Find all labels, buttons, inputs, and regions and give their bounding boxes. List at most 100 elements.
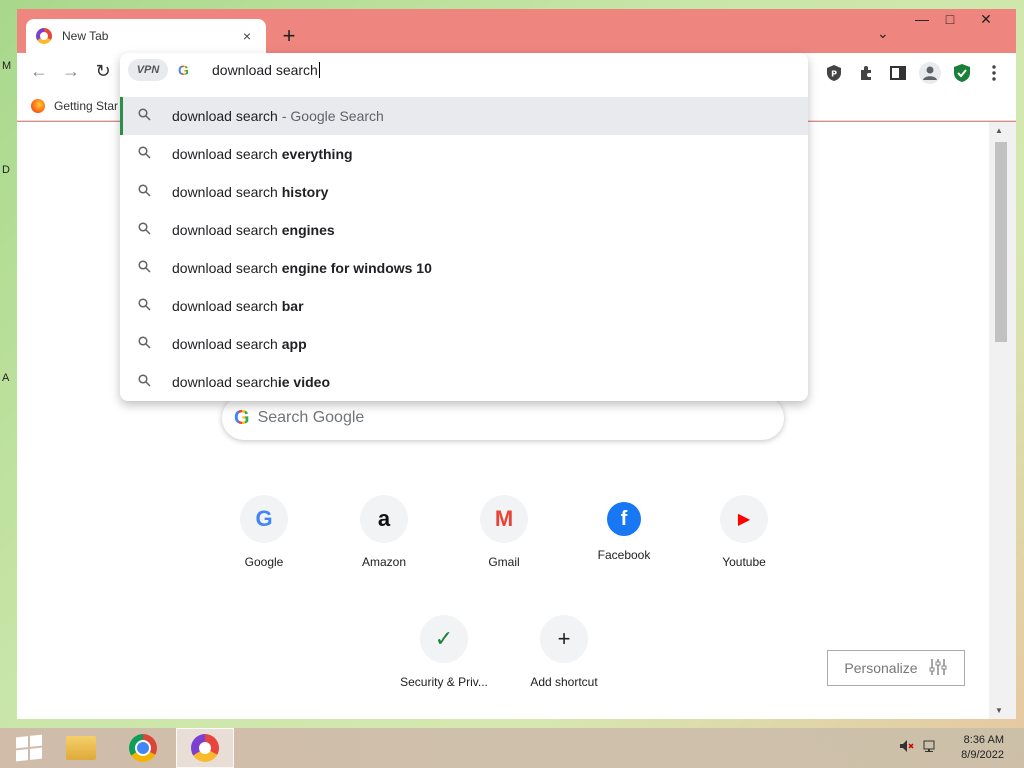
suggestion-item[interactable]: download search everything [120,135,808,173]
suggestion-text: download search [172,184,282,200]
shortcut-facebook[interactable]: f Facebook [574,495,674,562]
taskbar-avast-browser[interactable] [176,728,234,768]
chrome-icon [129,734,157,762]
suggestion-text: download search [172,146,282,162]
start-button[interactable] [0,728,58,768]
tab-close-icon[interactable]: × [238,28,256,44]
suggestion-item[interactable]: download search history [120,173,808,211]
youtube-icon: ▶ [720,495,768,543]
shortcut-label: Gmail [488,555,520,569]
profile-icon[interactable] [918,61,942,85]
scrollbar[interactable]: ▲ ▼ [989,122,1016,719]
suggestion-text: download search [172,298,282,314]
suggestion-completion: history [281,184,329,200]
windows-logo-icon [16,734,42,762]
forward-button[interactable]: → [59,61,83,82]
svg-text:P: P [831,70,837,79]
back-button[interactable]: ← [27,61,51,82]
network-icon[interactable] [922,738,938,757]
minimize-button[interactable]: — [907,11,937,27]
shortcut-google[interactable]: G Google [214,495,314,569]
maximize-button[interactable]: □ [935,11,965,27]
personalize-label: Personalize [844,660,918,676]
volume-muted-icon[interactable] [898,738,914,757]
clock-time: 8:36 AM [963,734,1004,746]
suggestion-text: download search [172,222,282,238]
shortcut-label: Add shortcut [530,675,598,689]
omnibox-dropdown: VPN G download search download search - G… [120,53,808,401]
shield-p-icon[interactable]: P [822,61,846,85]
shortcut-label: Google [244,555,284,569]
suggestion-completion: ie video [277,374,330,390]
shortcut-amazon[interactable]: a Amazon [334,495,434,569]
bookmark-item[interactable]: Getting Star [31,99,118,113]
suggestion-completion: app [281,336,307,352]
shortcut-youtube[interactable]: ▶ Youtube [694,495,794,569]
tab-new-tab[interactable]: New Tab × [26,19,266,53]
toolbar-icons: P [822,61,1006,85]
shortcut-label: Amazon [361,555,407,569]
close-window-button[interactable]: ✕ [971,11,1001,28]
search-icon [138,108,152,124]
desktop-icon-label[interactable]: A [2,372,9,384]
vpn-badge[interactable]: VPN [128,59,168,81]
suggestion-completion: everything [281,146,353,162]
shortcut-gmail[interactable]: M Gmail [454,495,554,569]
scroll-up-icon[interactable]: ▲ [995,126,1003,135]
search-icon [138,260,152,276]
shortcut-security-privacy[interactable]: ✓ Security & Priv... [394,615,494,689]
shortcut-label: Security & Priv... [400,675,488,689]
suggestion-item[interactable]: download search bar [120,287,808,325]
sliders-icon [928,657,948,680]
avast-browser-icon [191,734,219,762]
desktop-icon-label[interactable]: D [2,164,10,176]
taskbar-file-explorer[interactable] [52,728,110,768]
menu-icon[interactable] [982,61,1006,85]
shortcut-label: Youtube [722,555,766,569]
search-icon [138,374,152,390]
clock-date: 8/9/2022 [961,749,1004,761]
security-shield-icon: ✓ [420,615,468,663]
sidepanel-icon[interactable] [886,61,910,85]
search-icon [138,184,152,200]
search-icon [138,146,152,162]
green-shield-icon[interactable] [950,61,974,85]
suggestion-item[interactable]: download search engine for windows 10 [120,249,808,287]
scroll-down-icon[interactable]: ▼ [995,706,1003,715]
suggestion-completion: engine for windows 10 [281,260,432,276]
bookmark-label: Getting Star [54,99,119,113]
scrollbar-thumb[interactable] [995,142,1007,342]
taskbar: 8:36 AM 8/9/2022 [0,728,1024,768]
tab-title: New Tab [62,29,109,43]
suggestion-item[interactable]: download search ie video [120,363,808,401]
tab-search-dropdown-icon[interactable]: ⌄ [877,25,889,42]
new-tab-button[interactable]: + [276,23,302,49]
suggestion-hint: - Google Search [281,108,384,124]
suggestion-item[interactable]: download search - Google Search [120,97,808,135]
plus-icon: + [540,615,588,663]
desktop-icon-label[interactable]: M [2,60,11,72]
suggestion-text: download search [172,260,282,276]
suggestion-text: download search [172,108,278,124]
browser-window: New Tab × + ⌄ — □ ✕ ← → ↻ P Getting Star… [17,9,1016,719]
address-text[interactable]: download search [212,62,320,78]
amazon-icon: a [360,495,408,543]
address-input[interactable]: VPN G download search [120,53,808,89]
suggestion-item[interactable]: download search engines [120,211,808,249]
puzzle-icon[interactable] [854,61,878,85]
google-icon: G [240,495,288,543]
suggestion-completion: bar [281,298,304,314]
personalize-button[interactable]: Personalize [827,650,965,686]
taskbar-chrome[interactable] [114,728,172,768]
search-icon [138,336,152,352]
add-shortcut-button[interactable]: + Add shortcut [514,615,614,689]
google-search-box[interactable]: G Search Google [222,396,784,440]
system-clock[interactable]: 8:36 AM 8/9/2022 [961,733,1004,763]
suggestion-item[interactable]: download search app [120,325,808,363]
folder-icon [66,736,96,760]
shortcut-label: Facebook [597,548,651,562]
google-g-icon: G [234,406,250,429]
reload-button[interactable]: ↻ [91,61,115,82]
facebook-icon: f [607,502,641,536]
search-placeholder: Search Google [257,409,365,426]
